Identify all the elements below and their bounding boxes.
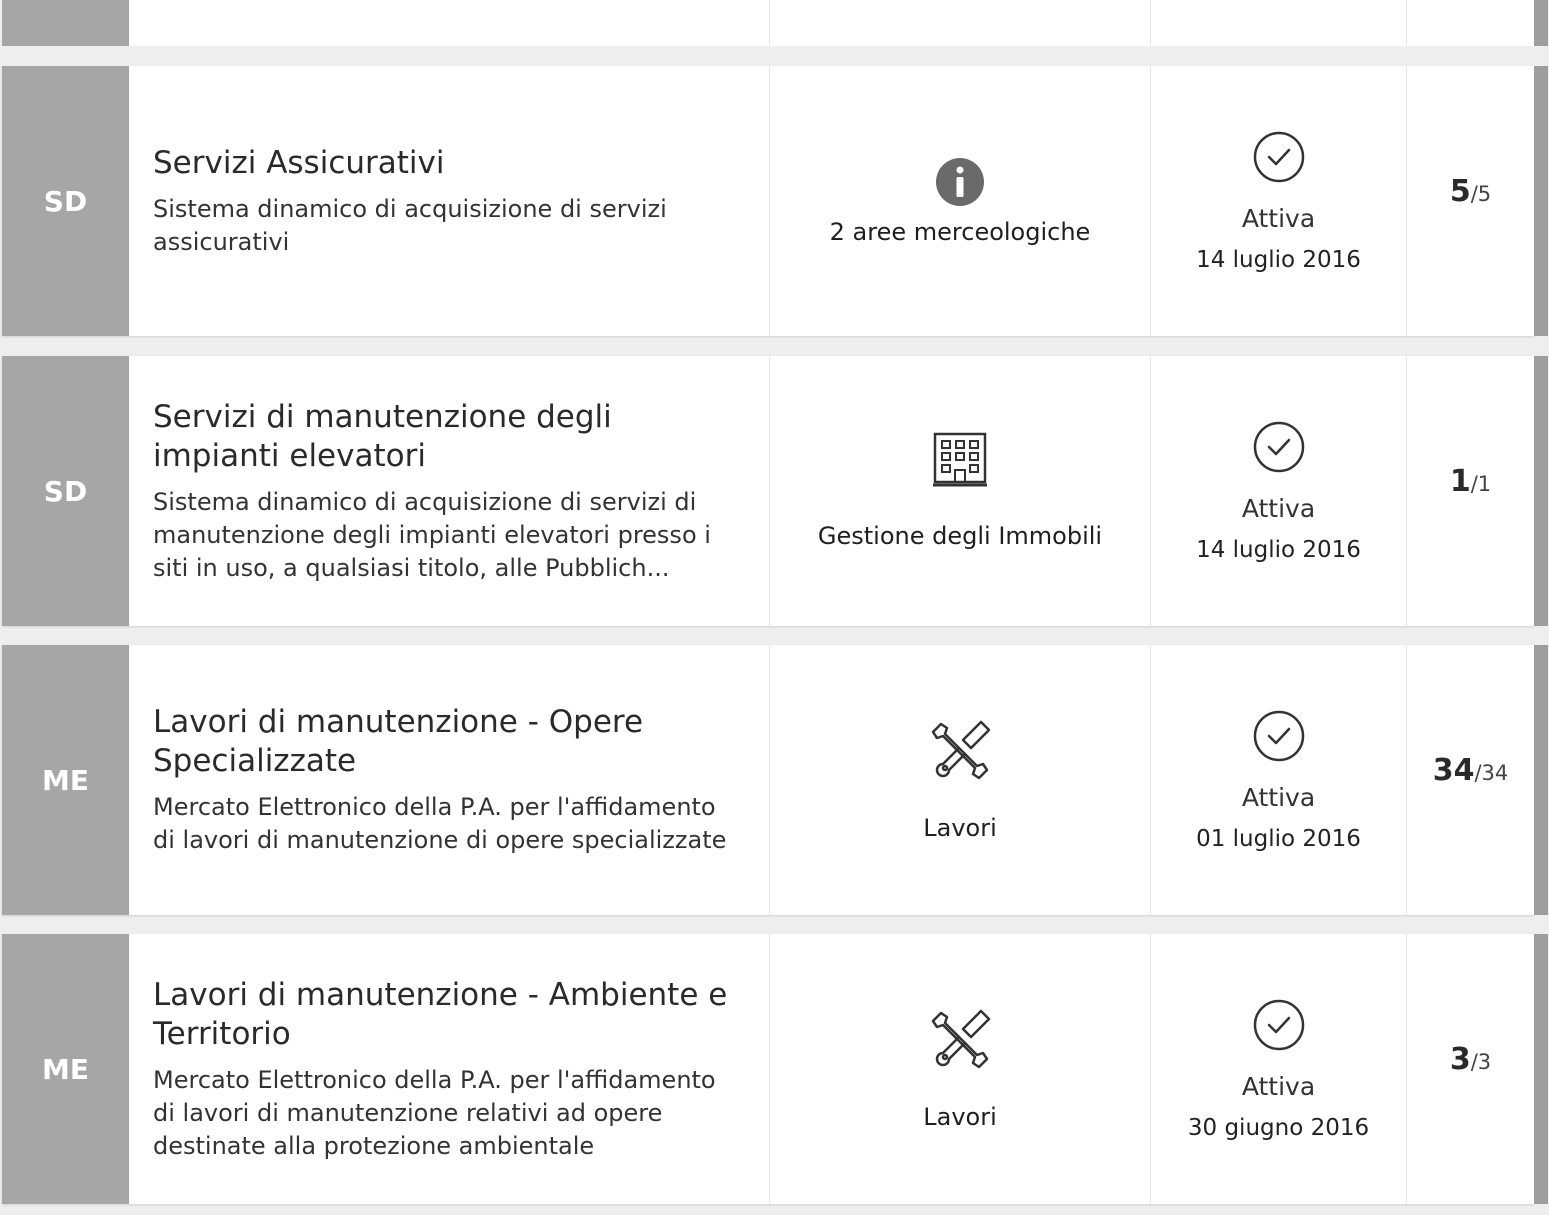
category-label: Lavori: [923, 814, 997, 842]
row-title[interactable]: Servizi Assicurativi: [153, 144, 745, 183]
row-info: [129, 0, 769, 46]
count-current: 3: [1449, 1041, 1471, 1077]
tools-icon: [927, 1007, 993, 1073]
row-description: Mercato Elettronico della P.A. per l'aff…: [153, 1065, 716, 1160]
row-badge: SD: [2, 356, 129, 626]
count-current: 34: [1432, 752, 1475, 788]
status-label: Attiva: [1241, 493, 1316, 523]
count-total: /5: [1470, 181, 1492, 206]
row-status: Attiva 14 luglio 2016: [1150, 66, 1406, 336]
row-count: [1406, 0, 1534, 46]
row-category[interactable]: 2 aree merceologiche: [769, 66, 1150, 336]
row-description: Mercato Elettronico della P.A. per l'aff…: [153, 793, 727, 854]
row-description: Sistema dinamico di acquisizione di serv…: [153, 194, 667, 256]
building-icon: [933, 432, 987, 488]
row-status: [1150, 0, 1406, 46]
initiatives-list: SD Servizi Assicurativi Sistema dinamico…: [0, 0, 1549, 1215]
status-label: Attiva: [1241, 203, 1316, 233]
status-date: 14 luglio 2016: [1196, 246, 1361, 273]
row-status: Attiva 14 luglio 2016: [1150, 356, 1406, 626]
row-title[interactable]: Lavori di manutenzione - Opere Specializ…: [153, 703, 745, 781]
row-badge: ME: [2, 645, 129, 915]
row-category: [769, 0, 1150, 46]
row-info: Servizi di manutenzione degli impianti e…: [129, 356, 769, 626]
row-count: 1/1: [1406, 356, 1534, 626]
status-label: Attiva: [1241, 1071, 1316, 1101]
list-item[interactable]: SD Servizi Assicurativi Sistema dinamico…: [2, 66, 1548, 336]
row-info: Servizi Assicurativi Sistema dinamico di…: [129, 66, 769, 336]
count-total: /3: [1470, 1049, 1492, 1074]
status-date: 14 luglio 2016: [1196, 536, 1361, 563]
partial-row: [2, 0, 1548, 46]
row-description: Sistema dinamico di acquisizione di serv…: [153, 487, 711, 582]
check-circle-icon: [1252, 709, 1306, 763]
tools-icon: [927, 718, 993, 784]
count-current: 1: [1449, 463, 1471, 499]
row-title[interactable]: Lavori di manutenzione - Ambiente e Terr…: [153, 976, 745, 1054]
row-title[interactable]: Servizi di manutenzione degli impianti e…: [153, 398, 745, 476]
count-value: 34/34: [1433, 753, 1509, 788]
check-circle-icon: [1252, 130, 1306, 184]
category-label: Gestione degli Immobili: [817, 522, 1103, 550]
category-label: Lavori: [923, 1103, 997, 1131]
info-icon[interactable]: [934, 156, 986, 208]
count-value: 1/1: [1450, 464, 1491, 499]
list-item[interactable]: ME Lavori di manutenzione - Opere Specia…: [2, 645, 1548, 915]
status-date: 30 giugno 2016: [1187, 1114, 1370, 1141]
category-label: 2 aree merceologiche: [829, 218, 1091, 246]
row-badge: SD: [2, 66, 129, 336]
row-info: Lavori di manutenzione - Ambiente e Terr…: [129, 934, 769, 1204]
list-item[interactable]: SD Servizi di manutenzione degli impiant…: [2, 356, 1548, 626]
row-badge: ME: [2, 934, 129, 1204]
row-category[interactable]: Lavori: [769, 934, 1150, 1204]
row-count: 5/5: [1406, 66, 1534, 336]
status-label: Attiva: [1241, 782, 1316, 812]
row-category[interactable]: Gestione degli Immobili: [769, 356, 1150, 626]
row-status: Attiva 30 giugno 2016: [1150, 934, 1406, 1204]
row-status: Attiva 01 luglio 2016: [1150, 645, 1406, 915]
count-total: /1: [1470, 471, 1492, 496]
list-item[interactable]: ME Lavori di manutenzione - Ambiente e T…: [2, 934, 1548, 1204]
check-circle-icon: [1252, 998, 1306, 1052]
count-value: 5/5: [1450, 174, 1491, 209]
row-count: 3/3: [1406, 934, 1534, 1204]
check-circle-icon: [1252, 420, 1306, 474]
row-category[interactable]: Lavori: [769, 645, 1150, 915]
count-total: /34: [1474, 760, 1509, 785]
count-value: 3/3: [1450, 1042, 1491, 1077]
row-info: Lavori di manutenzione - Opere Specializ…: [129, 645, 769, 915]
count-current: 5: [1449, 173, 1471, 209]
row-badge: [2, 0, 129, 46]
status-date: 01 luglio 2016: [1196, 825, 1361, 852]
row-count: 34/34: [1406, 645, 1534, 915]
